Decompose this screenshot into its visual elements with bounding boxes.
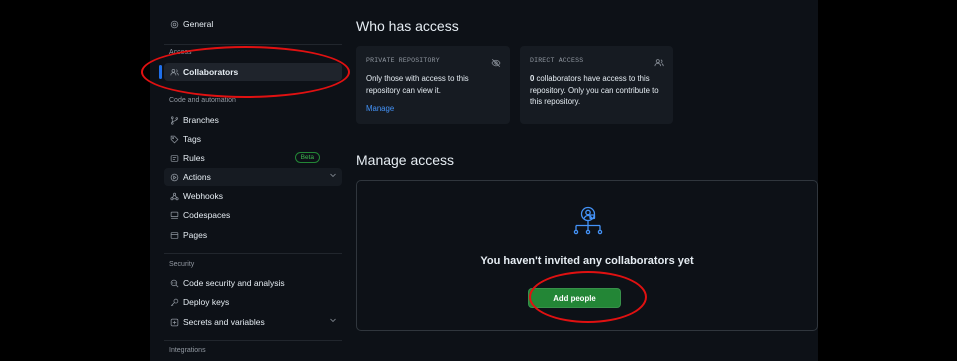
sidebar-item-pages[interactable]: Pages xyxy=(164,226,342,244)
sidebar-divider xyxy=(164,340,342,341)
sidebar-divider xyxy=(164,253,342,254)
sidebar-item-label: Rules xyxy=(183,153,205,163)
codescan-icon xyxy=(169,278,179,288)
private-repository-card: PRIVATE REPOSITORY Only those with acces… xyxy=(356,46,510,124)
sidebar-item-code-security[interactable]: Code security and analysis xyxy=(164,274,342,292)
sidebar-item-label: Webhooks xyxy=(183,191,224,201)
sidebar-item-rules[interactable]: Rules Beta xyxy=(164,149,342,167)
sidebar-item-general[interactable]: General xyxy=(164,15,342,33)
section-heading-security: Security xyxy=(169,261,195,268)
sidebar-item-deploy-keys[interactable]: Deploy keys xyxy=(164,293,342,311)
sidebar-item-label: Deploy keys xyxy=(183,297,230,307)
play-icon xyxy=(169,172,179,182)
section-heading-access: Access xyxy=(169,49,192,56)
sidebar-item-codespaces[interactable]: Codespaces xyxy=(164,206,342,224)
rules-icon xyxy=(169,153,179,163)
direct-access-card: DIRECT ACCESS 0 collaborators have acces… xyxy=(520,46,673,124)
settings-page: General Access Collaborators Code and au… xyxy=(150,0,818,361)
beta-badge: Beta xyxy=(294,152,320,163)
sidebar-item-label: Pages xyxy=(183,230,208,240)
codespaces-icon xyxy=(169,210,179,220)
card-text: 0 collaborators have access to this repo… xyxy=(530,73,665,108)
who-has-access-title: Who has access xyxy=(356,18,459,34)
sidebar-item-label: Code security and analysis xyxy=(183,278,285,288)
add-people-button[interactable]: Add people xyxy=(528,288,621,308)
sidebar-item-secrets[interactable]: Secrets and variables xyxy=(164,313,342,331)
key-icon xyxy=(169,297,179,307)
blankslate-title: You haven't invited any collaborators ye… xyxy=(480,255,694,267)
people-icon xyxy=(654,55,664,67)
person-hierarchy-icon xyxy=(572,205,604,237)
sidebar-item-label: Collaborators xyxy=(183,67,239,77)
section-heading-code-automation: Code and automation xyxy=(169,97,236,104)
tag-icon xyxy=(169,134,179,144)
card-caption: DIRECT ACCESS xyxy=(530,57,584,64)
collaborators-blankslate: You haven't invited any collaborators ye… xyxy=(356,180,818,331)
eye-closed-icon xyxy=(491,55,501,68)
chevron-down-icon[interactable] xyxy=(329,316,337,326)
webhook-icon xyxy=(169,191,179,201)
sidebar-item-label: General xyxy=(183,19,214,29)
active-indicator xyxy=(159,65,162,79)
section-heading-integrations: Integrations xyxy=(169,347,206,354)
branch-icon xyxy=(169,115,179,125)
sidebar-item-label: Branches xyxy=(183,115,219,125)
pages-icon xyxy=(169,230,179,240)
people-icon xyxy=(169,67,179,77)
card-text: Only those with access to this repositor… xyxy=(366,74,469,95)
settings-sidebar: General Access Collaborators Code and au… xyxy=(150,0,350,361)
sidebar-item-label: Secrets and variables xyxy=(183,317,265,327)
sidebar-item-webhooks[interactable]: Webhooks xyxy=(164,187,342,205)
card-caption: PRIVATE REPOSITORY xyxy=(366,57,440,64)
sidebar-divider xyxy=(164,44,342,45)
sidebar-item-label: Codespaces xyxy=(183,210,231,220)
sidebar-item-label: Tags xyxy=(183,134,201,144)
gear-icon xyxy=(169,19,179,29)
manage-access-title: Manage access xyxy=(356,152,455,168)
sidebar-item-label: Actions xyxy=(183,172,211,182)
sidebar-item-collaborators[interactable]: Collaborators xyxy=(164,63,342,81)
manage-link[interactable]: Manage xyxy=(366,104,394,113)
secret-icon xyxy=(169,317,179,327)
chevron-down-icon[interactable] xyxy=(329,171,337,181)
sidebar-item-tags[interactable]: Tags xyxy=(164,130,342,148)
card-text-rest: collaborators have access to this reposi… xyxy=(530,74,659,106)
sidebar-item-actions[interactable]: Actions xyxy=(164,168,342,186)
sidebar-item-branches[interactable]: Branches xyxy=(164,111,342,129)
